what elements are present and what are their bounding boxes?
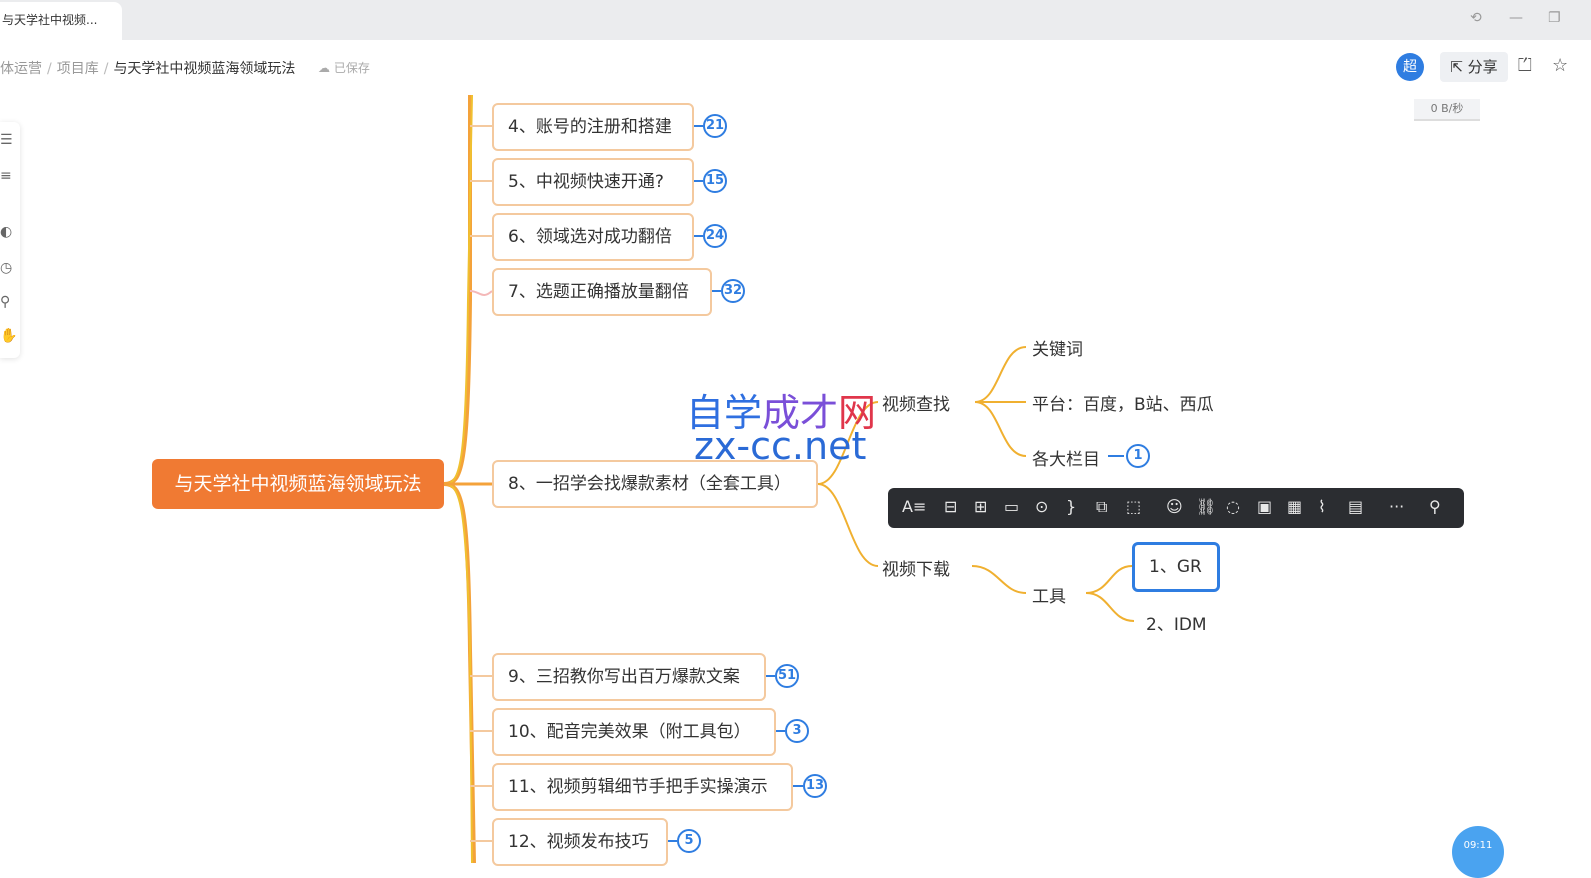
branch-node[interactable]: 7、选题正确播放量翻倍 — [492, 268, 712, 316]
floating-timer-bubble[interactable]: 09:11 — [1452, 826, 1504, 878]
note-icon[interactable]: ▤ — [1348, 497, 1363, 516]
collapsed-count-badge[interactable]: 3 — [785, 719, 809, 743]
leaf-node[interactable]: 2、IDM — [1146, 610, 1207, 635]
branch-node[interactable]: 12、视频发布技巧 — [492, 818, 668, 866]
watermark-url: zx-cc.net — [694, 424, 867, 468]
branch-node[interactable]: 10、配音完美效果（附工具包） — [492, 708, 776, 756]
sub-node-download[interactable]: 视频下载 — [882, 555, 950, 580]
leaf-node[interactable]: 各大栏目 — [1032, 445, 1100, 470]
insert-sibling-icon[interactable]: ⊞ — [974, 497, 987, 516]
collapsed-count-badge[interactable]: 21 — [703, 114, 727, 138]
sub-node-find[interactable]: 视频查找 — [882, 390, 950, 415]
summary-icon[interactable]: } — [1066, 497, 1076, 516]
more-icon[interactable]: ··· — [1389, 497, 1404, 516]
comment-icon[interactable]: ◌ — [1226, 497, 1240, 516]
structure-icon[interactable]: ⧉ — [1096, 497, 1107, 517]
insert-child-icon[interactable]: ⊟ — [944, 497, 957, 516]
branch-node[interactable]: 5、中视频快速开通? — [492, 158, 694, 206]
collapsed-count-badge[interactable]: 1 — [1126, 444, 1150, 468]
branch-node[interactable]: 6、领域选对成功翻倍 — [492, 213, 694, 261]
collapsed-count-badge[interactable]: 15 — [703, 169, 727, 193]
collapsed-count-badge[interactable]: 32 — [721, 279, 745, 303]
pin-icon[interactable]: ⚲ — [1429, 497, 1441, 516]
branch-node[interactable]: 11、视频剪辑细节手把手实操演示 — [492, 763, 793, 811]
mindmap-root[interactable]: 与天学社中视频蓝海领域玩法 — [152, 459, 444, 509]
text-style-icon[interactable]: A≡ — [902, 497, 926, 516]
leaf-node[interactable]: 关键词 — [1032, 335, 1083, 360]
calendar-icon[interactable]: ▦ — [1287, 497, 1302, 516]
image-icon[interactable]: ▣ — [1257, 497, 1272, 516]
leaf-node[interactable]: 平台：百度，B站、西瓜 — [1032, 390, 1214, 415]
attachment-icon[interactable]: ⌇ — [1318, 497, 1326, 516]
relationship-icon[interactable]: ▭ — [1004, 497, 1019, 516]
node-format-toolbar: A≡ ⊟ ⊞ ▭ ⊙ } ⧉ ⬚ ☺ ⛓ ◌ ▣ ▦ ⌇ ▤ ··· ⚲ — [888, 488, 1464, 528]
emoji-icon[interactable]: ☺ — [1166, 497, 1183, 516]
collapsed-count-badge[interactable]: 24 — [703, 224, 727, 248]
selected-node[interactable]: 1、GR — [1132, 542, 1220, 592]
frame-icon[interactable]: ⬚ — [1126, 497, 1141, 516]
collapsed-count-badge[interactable]: 5 — [677, 829, 701, 853]
branch-node[interactable]: 9、三招教你写出百万爆款文案 — [492, 653, 766, 701]
target-icon[interactable]: ⊙ — [1035, 497, 1048, 516]
collapsed-count-badge[interactable]: 51 — [775, 664, 799, 688]
branch-node[interactable]: 4、账号的注册和搭建 — [492, 103, 694, 151]
collapsed-count-badge[interactable]: 13 — [803, 774, 827, 798]
link-icon[interactable]: ⛓ — [1196, 497, 1216, 516]
leaf-node[interactable]: 工具 — [1032, 582, 1066, 607]
